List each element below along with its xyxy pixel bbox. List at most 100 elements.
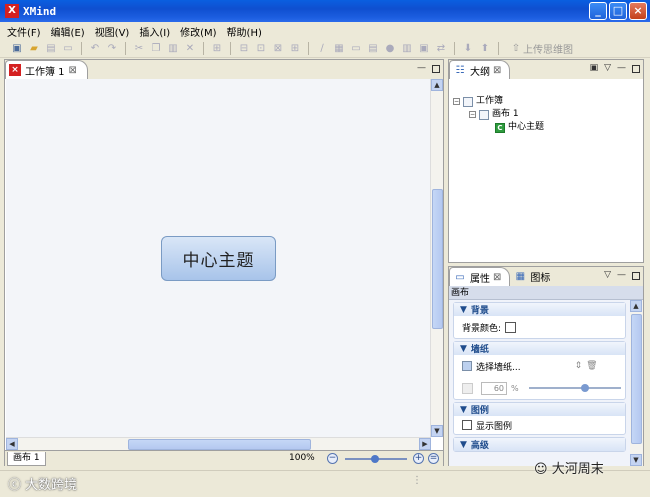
background-section-header[interactable]: ▼ 背景 (454, 303, 625, 316)
tree-node-workbook[interactable]: − 工作簿 (453, 95, 643, 108)
collapse-icon[interactable]: − (453, 98, 460, 105)
wallpaper-section-header[interactable]: ▼ 墙纸 (454, 342, 625, 355)
show-legend-label: 显示图例 (476, 421, 513, 432)
zoom-slider-knob[interactable] (371, 455, 379, 463)
collapse-icon[interactable]: − (469, 111, 476, 118)
scroll-up-icon[interactable]: ▲ (431, 79, 443, 91)
outline-minimize-icon[interactable]: — (617, 63, 626, 73)
maximize-view-icon[interactable] (432, 65, 440, 73)
trash-icon[interactable]: 🗑 (586, 361, 597, 371)
undo-icon[interactable]: ↶ (88, 42, 102, 56)
outline-menu-icon[interactable]: ▽ (604, 63, 611, 73)
outline-maximize-icon[interactable] (632, 65, 640, 73)
zoom-in-icon[interactable]: + (413, 453, 424, 464)
hyperlink-icon[interactable]: ∕ (315, 42, 329, 56)
properties-minimize-icon[interactable]: — (617, 270, 626, 280)
menu-modify[interactable]: 修改(M) (175, 24, 221, 39)
drill-down-icon[interactable]: ⊞ (210, 42, 224, 56)
tab-outline[interactable]: ☷ 大纲 ⊠ (449, 60, 511, 79)
insert-topic-icon[interactable]: ⊟ (237, 42, 251, 56)
mindmap-editor: × 工作簿 1 ⊠ — 中心主题 ▲ ▼ ◀ ▶ 画布 1 100% − + = (4, 59, 444, 466)
outline-tab-row: ☷ 大纲 ⊠ ▣ ▽ — (449, 60, 643, 79)
insert-before-icon[interactable]: ⊠ (271, 42, 285, 56)
zoom-slider[interactable] (345, 455, 407, 463)
insert-subtopic-icon[interactable]: ⊡ (254, 42, 268, 56)
move-down-icon[interactable]: ⬇ (461, 42, 475, 56)
maximize-button[interactable]: □ (609, 2, 627, 20)
note-icon[interactable]: ▥ (400, 42, 414, 56)
watermark-text: 大河周末 (551, 462, 604, 477)
properties-maximize-icon[interactable] (632, 272, 640, 280)
tree-node-central-topic[interactable]: C 中心主题 (453, 121, 643, 134)
vertical-scroll-thumb[interactable] (432, 189, 443, 329)
opacity-slider[interactable] (528, 384, 621, 392)
zoom-fit-icon[interactable]: = (428, 453, 439, 464)
tab-properties[interactable]: ▭ 属性 ⊠ (449, 267, 511, 286)
tab-workbook[interactable]: × 工作簿 1 ⊠ (5, 60, 88, 79)
opacity-input[interactable]: 60 (481, 381, 507, 395)
cut-icon[interactable]: ✂ (132, 42, 146, 56)
move-up-icon[interactable]: ⬆ (478, 42, 492, 56)
summary-icon[interactable]: ▤ (366, 42, 380, 56)
horizontal-scroll-thumb[interactable] (128, 439, 311, 450)
outline-view-icon[interactable]: ▣ (590, 63, 599, 73)
zoom-out-icon[interactable]: − (327, 453, 338, 464)
sheet-tab[interactable]: 画布 1 (7, 451, 46, 466)
save-icon[interactable]: ▤ (44, 42, 58, 56)
tab-workbook-label: 工作簿 1 (25, 66, 65, 78)
marker-icon[interactable]: ● (383, 42, 397, 56)
close-outline-icon[interactable]: ⊠ (493, 65, 501, 76)
section-title: 图例 (470, 406, 489, 416)
properties-menu-icon[interactable]: ▽ (604, 270, 611, 280)
scroll-left-icon[interactable]: ◀ (6, 438, 18, 450)
boundary-icon[interactable]: ▭ (349, 42, 363, 56)
central-topic[interactable]: 中心主题 (161, 236, 276, 281)
horizontal-scrollbar[interactable]: ◀ ▶ (6, 437, 431, 450)
close-button[interactable]: × (629, 2, 647, 20)
upload-map-button[interactable]: ⇧ 上传思维图 (509, 41, 573, 56)
open-folder-icon[interactable]: ▰ (27, 42, 41, 56)
paste-icon[interactable]: ▥ (166, 42, 180, 56)
copy-icon[interactable]: ❐ (149, 42, 163, 56)
background-color-swatch[interactable] (505, 321, 517, 333)
section-title: 背景 (470, 306, 489, 316)
menu-insert[interactable]: 插入(I) (134, 24, 175, 39)
print-icon[interactable]: ▭ (61, 42, 75, 56)
label-icon[interactable]: ▣ (417, 42, 431, 56)
properties-scrollbar[interactable]: ▲ ▼ (630, 300, 643, 466)
advanced-section-header[interactable]: ▼ 高级 (454, 438, 625, 451)
scroll-up-icon[interactable]: ▲ (630, 300, 642, 312)
tree-label: 工作簿 (476, 96, 504, 106)
scroll-right-icon[interactable]: ▶ (419, 438, 431, 450)
properties-scroll-thumb[interactable] (631, 314, 642, 444)
close-properties-icon[interactable]: ⊠ (493, 272, 501, 283)
menu-view[interactable]: 视图(V) (90, 24, 135, 39)
vertical-scrollbar[interactable]: ▲ ▼ (430, 79, 443, 437)
redo-icon[interactable]: ↷ (105, 42, 119, 56)
image-icon[interactable]: ▦ (332, 42, 346, 56)
minimize-view-icon[interactable]: — (417, 63, 426, 73)
relationship-icon[interactable]: ⇄ (434, 42, 448, 56)
properties-header: 画布 (449, 286, 643, 300)
minimize-button[interactable]: _ (589, 2, 607, 20)
wallpaper-select-row[interactable]: 选择墙纸... ⇕ 🗑 (454, 355, 625, 377)
close-tab-icon[interactable]: ⊠ (69, 65, 77, 76)
insert-parent-icon[interactable]: ⊞ (288, 42, 302, 56)
mindmap-canvas[interactable]: 中心主题 (6, 79, 431, 437)
watermark-left: ⓒ 大数跨境 (8, 474, 77, 493)
new-workbook-icon[interactable]: ▣ (10, 42, 24, 56)
toolbar-separator (454, 42, 455, 55)
menu-file[interactable]: 文件(F) (2, 24, 46, 39)
legend-section-header[interactable]: ▼ 图例 (454, 403, 625, 416)
watermark-logo-icon: ⓒ (8, 478, 22, 493)
tab-icons[interactable]: ▦ 图标 (510, 267, 559, 286)
scroll-down-icon[interactable]: ▼ (431, 425, 443, 437)
menu-edit[interactable]: 编辑(E) (46, 24, 90, 39)
scroll-down-icon[interactable]: ▼ (630, 454, 642, 466)
menu-help[interactable]: 帮助(H) (222, 24, 267, 39)
show-legend-checkbox[interactable] (462, 420, 472, 430)
delete-icon[interactable]: ✕ (183, 42, 197, 56)
tree-node-sheet[interactable]: − 画布 1 (453, 108, 643, 121)
spinner-icon[interactable]: ⇕ (575, 361, 583, 371)
opacity-slider-knob[interactable] (580, 384, 589, 392)
